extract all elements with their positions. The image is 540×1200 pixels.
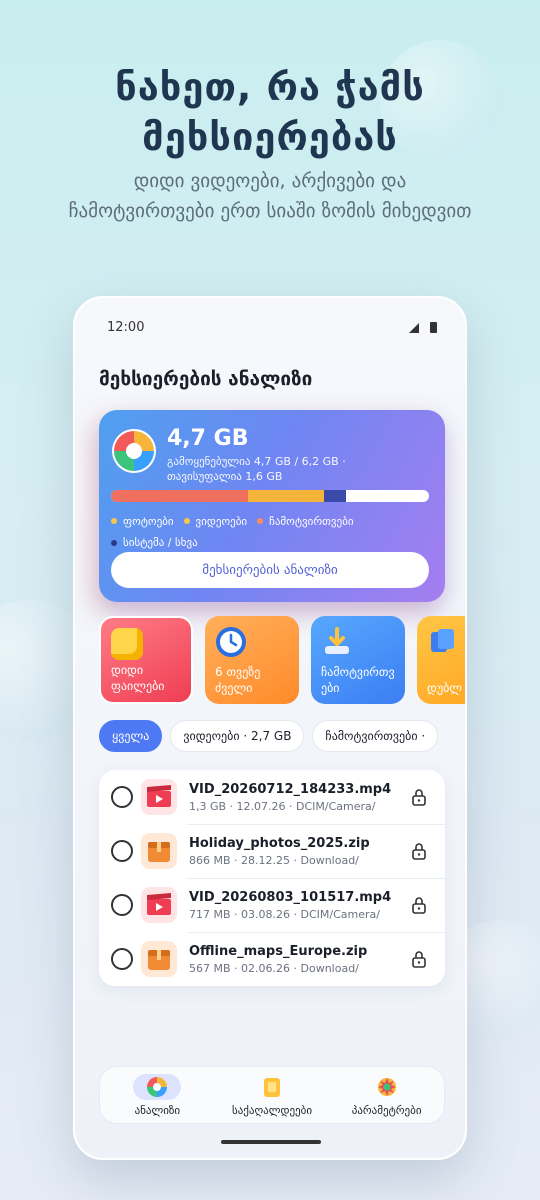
list-item[interactable]: Offline_maps_Europe.zip 567 MB · 02.06.2… [99,932,445,986]
tile-duplicates[interactable]: დუბლ ები [417,616,465,704]
folder-icon [263,1077,280,1097]
hero-title-line1: ნახეთ, რა ჭამს [115,65,425,109]
screen-title: მეხსიერების ანალიზი [99,368,313,390]
filter-chips: ყველა ვიდეოები · 2,7 GB ჩამოტვირთვები · [99,720,439,752]
settings-icon [377,1077,396,1096]
status-time: 12:00 [107,320,145,335]
list-item[interactable]: VID_20260712_184233.mp4 1,3 GB · 12.07.2… [99,770,445,824]
select-radio[interactable] [111,786,133,808]
nav-label: ანალიზი [134,1103,181,1117]
folder-icon [111,628,143,660]
file-meta: 717 MB · 03.08.26 · DCIM/Camera/ [189,907,380,921]
storage-used-line: გამოყენებულია 4,7 GB / 6,2 GB · [167,455,346,468]
nav-label: საქაღალდეები [231,1103,313,1117]
legend-dot [111,539,117,546]
file-info: Holiday_photos_2025.zip 866 MB · 28.12.2… [189,836,409,867]
battery-icon [430,322,437,333]
archive-file-icon [141,941,177,977]
legend-item: ვიდეოები [183,511,248,532]
storage-free-line: თავისუფალია 1,6 GB [167,470,283,483]
signal-icon [409,322,419,333]
download-icon [325,627,349,654]
file-name: Offline_maps_Europe.zip [189,943,368,959]
legend-dot [183,518,190,524]
chip-videos[interactable]: ვიდეოები · 2,7 GB [170,720,305,752]
chip-all[interactable]: ყველა [99,720,163,752]
tile-downloads[interactable]: ჩამოტვირთვ ები [311,616,405,704]
bottom-navigation: ანალიზი საქაღალდეები პარამეტრები [99,1066,445,1124]
storage-bar-segment [324,490,347,502]
tile-label: ჩამოტვირთვ ები [321,665,395,695]
tile-label: დუბლ ები [427,681,465,695]
storage-detail: გამოყენებულია 4,7 GB / 6,2 GB · თავისუფა… [167,454,387,484]
legend-item: ფოტოები [111,511,174,532]
video-file-icon [141,779,177,815]
nav-icon-container [248,1074,296,1100]
status-icons [408,320,437,335]
tile-older-than-6-months[interactable]: 6 თვეზე ძველი [205,616,299,704]
tile-large-files[interactable]: დიდი ფაილები [99,616,193,704]
phone-frame: 12:00 მეხსიერების ანალიზი 4,7 GB გამოყენ… [73,296,467,1160]
hero-title-line2: მეხსიერებას [142,115,398,159]
storage-bar-segment [247,490,325,502]
list-item[interactable]: VID_20260803_101517.mp4 717 MB · 03.08.2… [99,878,445,932]
storage-pie-icon [112,429,156,473]
select-radio[interactable] [111,948,133,970]
pie-chart-icon [147,1076,168,1097]
file-meta: 1,3 GB · 12.07.26 · DCIM/Camera/ [189,799,376,813]
file-info: Offline_maps_Europe.zip 567 MB · 02.06.2… [189,944,409,975]
lock-icon[interactable] [409,895,429,915]
hero-subtitle: დიდი ვიდეოები, არქივები და ჩამოტვირთვები… [68,170,472,222]
archive-file-icon [141,833,177,869]
duplicate-icon [431,629,454,652]
clock-icon [216,627,246,657]
legend-dot [111,518,117,524]
legend-label: ჩამოტვირთვები [269,514,354,528]
file-info: VID_20260803_101517.mp4 717 MB · 03.08.2… [189,890,409,921]
legend-item: ჩამოტვირთვები [257,511,354,532]
select-radio[interactable] [111,840,133,862]
select-radio[interactable] [111,894,133,916]
chip-downloads[interactable]: ჩამოტვირთვები · [312,720,439,752]
lock-icon[interactable] [409,841,429,861]
analyze-storage-button[interactable]: მეხსიერების ანალიზი [111,552,429,588]
legend-label: სისტემა / სხვა [123,536,198,549]
storage-summary-card: 4,7 GB გამოყენებულია 4,7 GB / 6,2 GB · თ… [99,410,445,602]
tile-label: დიდი ფაილები [111,663,165,693]
lock-icon[interactable] [409,787,429,807]
lock-icon[interactable] [409,949,429,969]
home-indicator [221,1140,321,1144]
nav-icon-container [363,1074,411,1100]
legend-item: სისტემა / სხვა [111,532,198,553]
nav-label: პარამეტრები [351,1103,422,1117]
legend-label: ვიდეოები [195,514,248,528]
file-list: VID_20260712_184233.mp4 1,3 GB · 12.07.2… [99,770,445,986]
storage-bar-segment [111,490,248,502]
file-name: VID_20260712_184233.mp4 [189,781,392,797]
legend-dot [257,518,264,524]
file-meta: 567 MB · 02.06.26 · Download/ [189,961,359,975]
storage-legend: ფოტოები ვიდეოები ჩამოტვირთვები სისტემა / სხ… [111,510,431,553]
file-name: VID_20260803_101517.mp4 [189,889,392,905]
file-name: Holiday_photos_2025.zip [189,835,370,851]
storage-usage-bar [111,490,429,502]
nav-settings[interactable]: პარამეტრები [337,1074,437,1117]
file-info: VID_20260712_184233.mp4 1,3 GB · 12.07.2… [189,782,409,813]
legend-label: ფოტოები [123,514,174,528]
file-meta: 866 MB · 28.12.25 · Download/ [189,853,359,867]
nav-folders[interactable]: საქაღალდეები [222,1074,322,1117]
nav-icon-container [133,1073,182,1100]
category-tiles: დიდი ფაილები 6 თვეზე ძველი ჩამოტვირთვ ებ… [99,616,465,704]
tile-label: 6 თვეზე ძველი [215,665,261,695]
nav-analysis[interactable]: ანალიზი [107,1073,207,1117]
status-bar: 12:00 [107,320,437,335]
video-file-icon [141,887,177,923]
hero-title: ნახეთ, რა ჭამს მეხსიერებას [0,62,540,162]
storage-used-size: 4,7 GB [167,426,249,451]
hero: ნახეთ, რა ჭამს მეხსიერებას დიდი ვიდეოები… [0,62,540,226]
list-item[interactable]: Holiday_photos_2025.zip 866 MB · 28.12.2… [99,824,445,878]
